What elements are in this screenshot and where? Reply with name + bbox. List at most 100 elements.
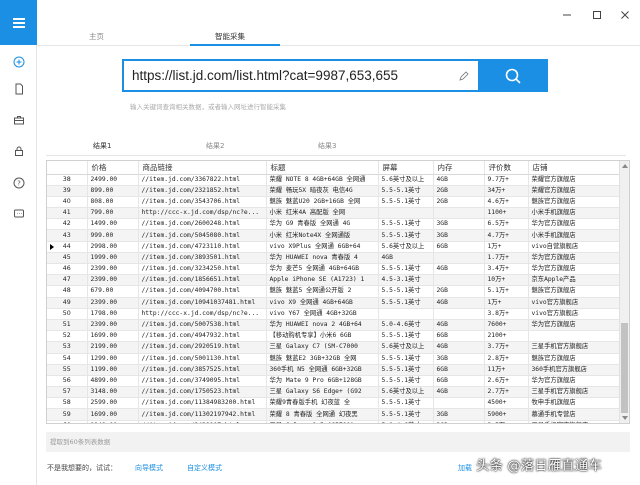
table-cell-shop[interactable]: 小米手机旗舰店 [528,229,620,242]
table-cell-reviews[interactable]: 11万+ [484,364,529,376]
table-cell-mem[interactable] [433,308,485,320]
table-cell-link[interactable]: //item.jd.com/2920519.html [138,341,267,354]
table-cell-mem[interactable]: 6GB [433,241,485,253]
table-cell-screen[interactable]: 5.5-5.1英寸 [378,185,434,197]
table-cell-link[interactable]: //item.jd.com/11302197942.html [138,408,267,421]
table-cell-link[interactable]: //item.jd.com/3543706.html [138,196,267,209]
table-cell-title[interactable]: Apple iPhone SE (A1723) 1 [266,274,379,287]
table-row[interactable]: 38 2499.00//item.jd.com/3367822.html 荣耀 NO… [47,174,620,186]
table-row[interactable]: 48 679.00//item.jd.com/4094700.html 魅族 魅蓝5… [47,285,620,298]
table-cell-screen[interactable] [378,207,434,220]
maximize-icon[interactable] [590,8,604,22]
table-row[interactable]: 54 1299.00//item.jd.com/5001130.html 魅族 魅蓝… [47,353,620,365]
table-cell-shop[interactable]: 360手机官方旗舰店 [528,364,620,376]
table-cell-screen[interactable]: 5.5-5.1英寸 [378,330,434,343]
column-header[interactable]: 商品链接 [138,161,267,175]
table-cell-shop[interactable]: vivo自营旗舰店 [528,241,620,253]
table-cell-reviews[interactable]: 6.5万+ [484,218,529,231]
scroll-down-icon[interactable] [622,416,628,420]
table-cell-mem[interactable]: 3GB [433,420,485,423]
row-number[interactable]: 54 [47,353,88,365]
table-cell-link[interactable]: //item.jd.com/4947932.html [138,330,267,343]
column-header[interactable]: 标题 [266,161,379,175]
table-cell-reviews[interactable]: 5900+ [484,408,529,421]
table-cell-reviews[interactable]: 3.4万+ [484,263,529,276]
table-cell-screen[interactable]: 4GB [378,252,434,265]
table-cell-mem[interactable]: 6GB [433,330,485,343]
table-cell-price[interactable]: 2399.00 [87,274,139,287]
table-cell-shop[interactable]: 荣耀官方旗舰店 [528,174,620,186]
table-cell-shop[interactable]: 京东Apple产品 [528,274,620,287]
table-cell-link[interactable]: //item.jd.com/5001130.html [138,353,267,365]
result-tab-2[interactable]: 结果2 [206,141,224,151]
table-cell-mem[interactable]: 2GB [433,196,485,209]
table-cell-shop[interactable]: 魅族官方旗舰店 [528,196,620,209]
table-cell-title[interactable]: 荣耀 8 青春版 全网通 幻夜黑 [266,408,379,421]
table-cell-reviews[interactable]: 9.7万+ [484,174,529,186]
table-row[interactable]: 44 2998.00//item.jd.com/4723110.html vivo … [47,241,620,253]
table-row[interactable]: 47 2399.00//item.jd.com/1856651.html Apple… [47,274,620,287]
row-number[interactable]: 44 [47,241,88,253]
table-cell-reviews[interactable]: 2.7万+ [484,386,529,399]
table-cell-link[interactable]: //item.jd.com/1856651.html [138,274,267,287]
table-row[interactable]: 59 1699.00//item.jd.com/11302197942.html 荣… [47,408,620,421]
table-cell-shop[interactable]: vivo官方旗舰店 [528,297,620,309]
table-cell-screen[interactable]: 5.5-5.1英寸 [378,397,434,410]
table-cell-mem[interactable]: 2GB [433,185,485,197]
wizard-mode-link[interactable]: 向导模式 [135,463,163,473]
table-row[interactable]: 56 4899.00//item.jd.com/3749095.html 华为 Ma… [47,375,620,388]
table-cell-price[interactable]: 3148.00 [87,386,139,399]
table-cell-mem[interactable] [433,207,485,220]
column-header[interactable]: 店铺 [528,161,620,175]
table-cell-reviews[interactable]: 5.1万+ [484,285,529,298]
table-cell-shop[interactable]: 小米手机旗舰店 [528,207,620,220]
tab-home[interactable]: 主页 [89,31,104,42]
table-cell-screen[interactable]: 5.5-5.1英寸 [378,263,434,276]
table-cell-link[interactable]: http://ccc-x.jd.com/dsp/nc?e... [138,308,267,320]
row-number[interactable]: 58 [47,397,88,410]
table-cell-reviews[interactable]: 7600+ [484,319,529,332]
add-circle-icon[interactable] [12,55,25,68]
table-cell-mem[interactable]: 3GB [433,408,485,421]
table-cell-price[interactable]: 999.00 [87,229,139,242]
table-row[interactable]: 53 2199.00//item.jd.com/2920519.html 三星 Ga… [47,341,620,354]
table-cell-link[interactable]: //item.jd.com/3893501.html [138,252,267,265]
table-cell-screen[interactable]: 5.5-5.1英寸 [378,408,434,421]
table-cell-link[interactable]: //item.jd.com/3432107.html [138,420,267,423]
table-cell-link[interactable]: //item.jd.com/5007538.html [138,319,267,332]
table-cell-reviews[interactable]: 34万+ [484,185,529,197]
table-cell-shop[interactable]: 华为官方旗舰店 [528,252,620,265]
table-cell-mem[interactable]: 3GB [433,229,485,242]
vertical-scrollbar[interactable] [619,161,629,423]
table-cell-title[interactable]: 小米 红米4A 高配版 全网 [266,207,379,220]
table-cell-price[interactable]: 1999.00 [87,252,139,265]
table-cell-mem[interactable]: 2GB [433,285,485,298]
row-number[interactable]: 39 [47,185,88,197]
table-cell-title[interactable]: 华为 G9 青春版 全网通 4G [266,218,379,231]
table-cell-shop[interactable]: 华为官方旗舰店 [528,263,620,276]
table-cell-price[interactable]: 1699.00 [87,408,139,421]
table-cell-mem[interactable]: 6GB [433,375,485,388]
table-cell-reviews[interactable]: 2.6万+ [484,375,529,388]
column-header[interactable]: 评价数 [484,161,529,175]
help-icon[interactable]: ? [12,176,25,189]
table-row[interactable]: 42 1499.00//item.jd.com/2600248.html 华为 G9… [47,218,620,231]
search-button[interactable] [478,59,548,92]
table-cell-price[interactable]: 2199.00 [87,341,139,354]
table-cell-title[interactable]: 三星 Galaxy On5 (G5700) [266,420,379,423]
table-cell-reviews[interactable]: 3.8万+ [484,308,529,320]
table-cell-title[interactable]: vivo X9Plus 全网通 6GB+64 [266,241,379,253]
table-cell-screen[interactable]: 5.5-5.1英寸 [378,196,434,209]
table-cell-reviews[interactable]: 4.6万+ [484,196,529,209]
row-number[interactable]: 60 [47,420,88,423]
table-cell-price[interactable]: 2399.00 [87,297,139,309]
table-cell-link[interactable]: //item.jd.com/1750523.html [138,386,267,399]
table-cell-reviews[interactable]: 2100+ [484,330,529,343]
table-cell-screen[interactable]: 5.6英寸及以上 [378,241,434,253]
table-cell-reviews[interactable]: 1万+ [484,241,529,253]
table-cell-price[interactable]: 1299.00 [87,353,139,365]
table-cell-link[interactable]: //item.jd.com/3234250.html [138,263,267,276]
row-number[interactable]: 47 [47,274,88,287]
table-cell-title[interactable]: 360手机 N5 全网通 6GB+32GB [266,364,379,376]
table-cell-shop[interactable]: vivo官方旗舰店 [528,308,620,320]
